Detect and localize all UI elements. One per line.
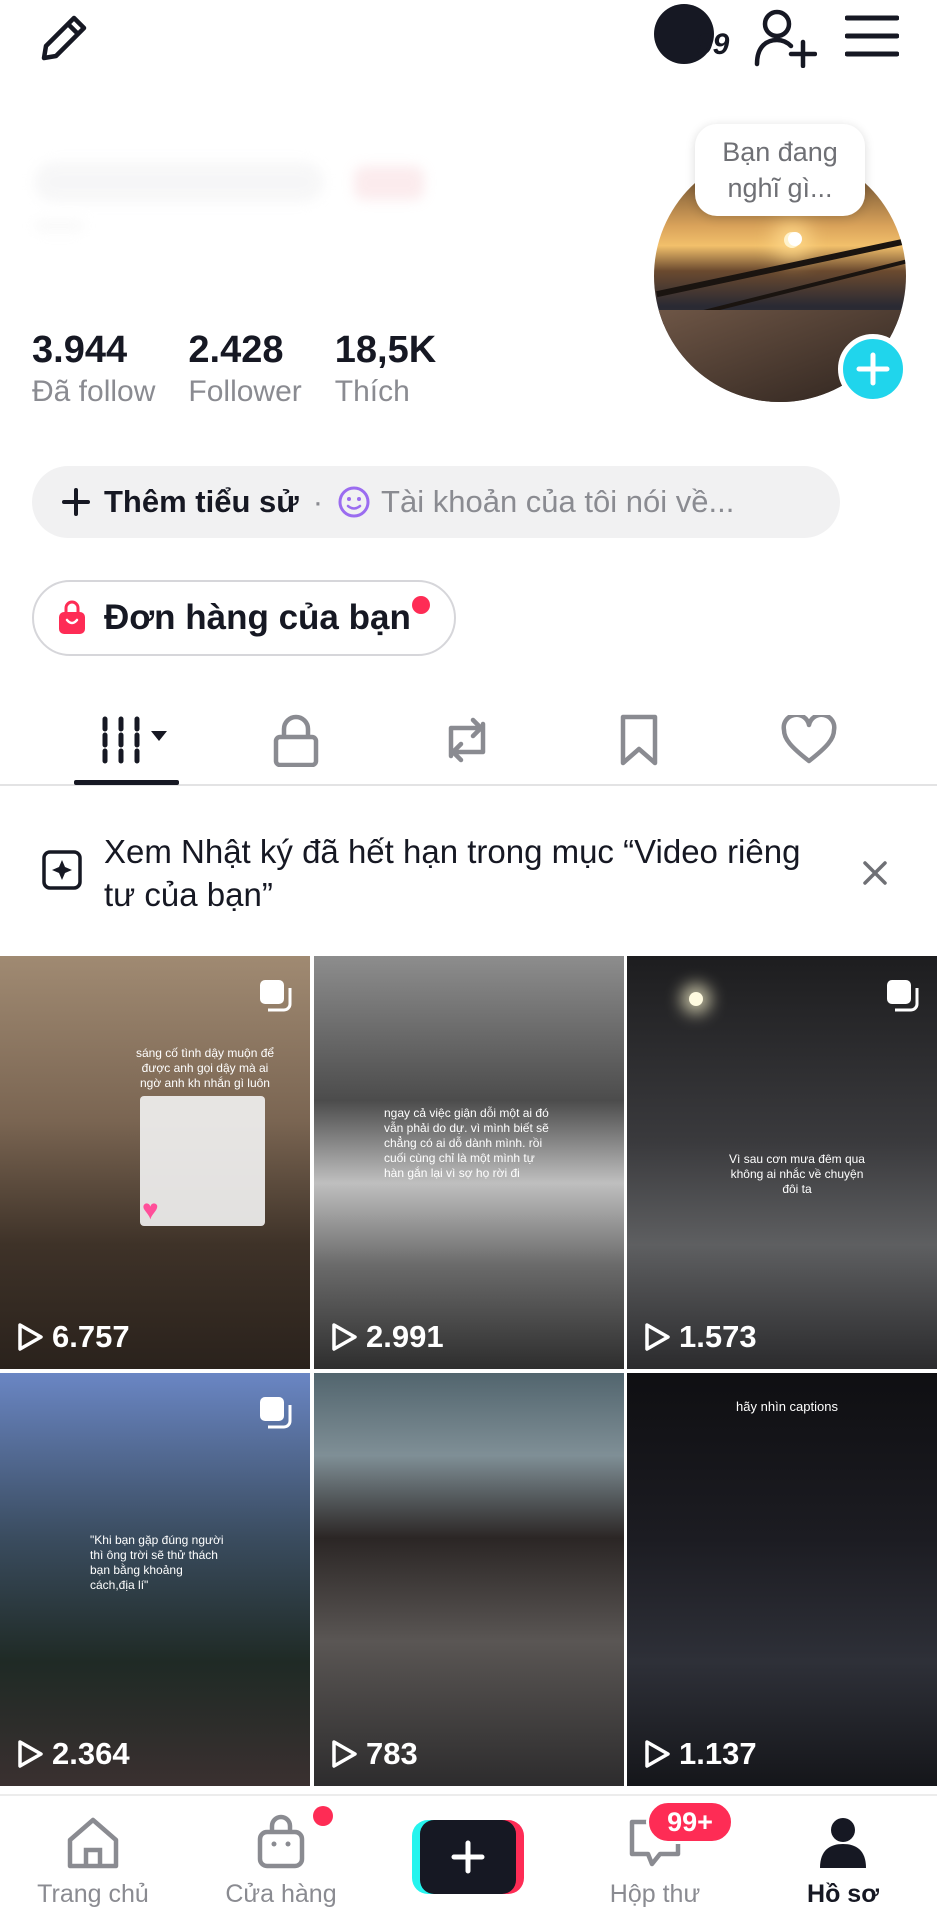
nav-shop[interactable]: Cửa hàng <box>206 1810 356 1910</box>
profile-stats: 3.944 Đã follow 2.428 Follower 18,5K Thí… <box>32 328 469 412</box>
stat-value: 3.944 <box>32 329 128 371</box>
content-tabs <box>0 690 937 786</box>
view-count-value: 2.991 <box>366 1319 444 1354</box>
video-caption: sáng cố tình dậy muộn để được anh gọi dậ… <box>135 1046 275 1090</box>
shopping-bag-icon <box>257 1814 305 1869</box>
repost-icon <box>448 717 486 763</box>
sparkle-icon <box>42 850 82 890</box>
notification-dot <box>412 596 430 614</box>
add-story-button[interactable] <box>838 334 908 404</box>
thought-bubble-text: Bạn đang nghĩ gì... <box>722 137 838 203</box>
tab-videos[interactable] <box>92 710 176 770</box>
shopping-bag-icon <box>59 600 85 634</box>
nav-profile[interactable]: Hồ sơ <box>768 1810 918 1910</box>
add-bio-button[interactable]: Thêm tiểu sử · Tài khoản của tôi nói về.… <box>32 466 840 538</box>
multi-photo-icon <box>260 1397 292 1429</box>
play-icon <box>645 1740 670 1768</box>
multi-photo-icon <box>887 980 919 1012</box>
nav-label: Trang chủ <box>37 1880 149 1908</box>
view-count: 2.364 <box>16 1736 130 1772</box>
heart-sticker: ♥ <box>142 1194 159 1225</box>
view-count: 1.573 <box>643 1319 757 1355</box>
bio-hint: Tài khoản của tôi nói về... <box>381 484 735 519</box>
hamburger-icon[interactable] <box>842 8 902 64</box>
blurred-username <box>34 150 434 240</box>
orders-label: Đơn hàng của bạn <box>104 598 411 637</box>
close-icon[interactable] <box>862 860 888 886</box>
separator: · <box>312 484 324 519</box>
tab-liked[interactable] <box>774 710 844 770</box>
stat-following[interactable]: 3.944 Đã follow <box>32 328 155 412</box>
top-bar: 99 <box>0 0 937 80</box>
nav-label: Hộp thư <box>609 1880 701 1908</box>
multi-photo-icon <box>260 980 292 1012</box>
video-caption: hãy nhìn captions <box>736 1399 838 1414</box>
play-icon <box>332 1740 357 1768</box>
view-count-value: 6.757 <box>52 1319 130 1354</box>
thought-bubble-tail <box>788 232 802 246</box>
stat-value: 18,5K <box>334 329 437 371</box>
view-count-value: 1.137 <box>679 1736 757 1771</box>
view-count: 783 <box>330 1736 418 1772</box>
screenshot-overlay <box>140 1096 265 1226</box>
tab-saved[interactable] <box>604 710 674 770</box>
tab-private[interactable] <box>261 710 331 770</box>
video-caption: "Khi bạn gặp đúng người thì ông trời sẽ … <box>90 1533 224 1592</box>
video-thumbnail[interactable]: 783 <box>314 1373 624 1786</box>
view-count: 6.757 <box>16 1319 130 1355</box>
stat-value: 2.428 <box>188 329 284 371</box>
stat-label: Đã follow <box>32 375 156 408</box>
video-thumbnail[interactable]: Vì sau cơn mưa đêm qua không ai nhắc về … <box>627 956 937 1369</box>
stat-followers[interactable]: 2.428 Follower <box>188 328 301 412</box>
inbox-badge: 99+ <box>646 1800 734 1844</box>
nav-label: Cửa hàng <box>225 1880 337 1908</box>
dark-mode-button[interactable]: 99 <box>652 2 738 68</box>
nav-label: Hồ sơ <box>807 1880 879 1908</box>
view-count-value: 783 <box>366 1736 418 1771</box>
tab-reposts[interactable] <box>432 710 502 770</box>
pencil-icon[interactable] <box>34 8 94 68</box>
video-thumbnail[interactable]: sáng cố tình dậy muộn để được anh gọi dậ… <box>0 956 310 1369</box>
expired-diary-notice[interactable]: Xem Nhật ký đã hết hạn trong mục “Video … <box>0 822 937 932</box>
stat-likes[interactable]: 18,5K Thích <box>335 328 436 412</box>
view-count-value: 2.364 <box>52 1736 130 1771</box>
video-caption: Vì sau cơn mưa đêm qua không ai nhắc về … <box>729 1152 865 1196</box>
video-thumbnail[interactable]: "Khi bạn gặp đúng người thì ông trời sẽ … <box>0 1373 310 1786</box>
notice-text: Xem Nhật ký đã hết hạn trong mục “Video … <box>104 833 801 913</box>
video-caption: ngay cả việc giận dỗi một ai đó vẫn phải… <box>384 1106 549 1180</box>
grid-icon <box>102 716 167 764</box>
add-bio-label: Thêm tiểu sử <box>104 484 299 519</box>
video-thumbnail[interactable]: hãy nhìn captions 1.137 <box>627 1373 937 1786</box>
play-icon <box>18 1323 43 1351</box>
profile-icon <box>820 1818 866 1868</box>
stat-label: Follower <box>188 375 302 408</box>
plus-icon <box>451 1840 485 1874</box>
stat-label: Thích <box>334 375 410 408</box>
play-icon <box>645 1323 670 1351</box>
dark-mode-count: 99 <box>696 28 730 61</box>
smiley-icon <box>338 486 370 518</box>
orders-button[interactable]: Đơn hàng của bạn <box>32 580 456 656</box>
person-add-icon[interactable] <box>752 4 818 70</box>
create-button[interactable] <box>412 1820 524 1894</box>
video-thumbnail[interactable]: ngay cả việc giận dỗi một ai đó vẫn phải… <box>314 956 624 1369</box>
thought-bubble[interactable]: Bạn đang nghĩ gì... <box>695 124 865 216</box>
lock-icon <box>273 714 319 767</box>
nav-home[interactable]: Trang chủ <box>18 1810 168 1910</box>
bookmark-icon <box>620 714 658 766</box>
plus-icon <box>856 352 890 386</box>
notification-dot <box>313 1806 333 1826</box>
play-icon <box>18 1740 43 1768</box>
heart-icon <box>781 715 837 764</box>
home-icon <box>67 1817 119 1869</box>
view-count: 1.137 <box>643 1736 757 1772</box>
view-count: 2.991 <box>330 1319 444 1355</box>
play-icon <box>332 1323 357 1351</box>
plus-icon <box>62 488 90 516</box>
active-tab-indicator <box>74 780 179 785</box>
street-light <box>689 992 703 1006</box>
view-count-value: 1.573 <box>679 1319 757 1354</box>
